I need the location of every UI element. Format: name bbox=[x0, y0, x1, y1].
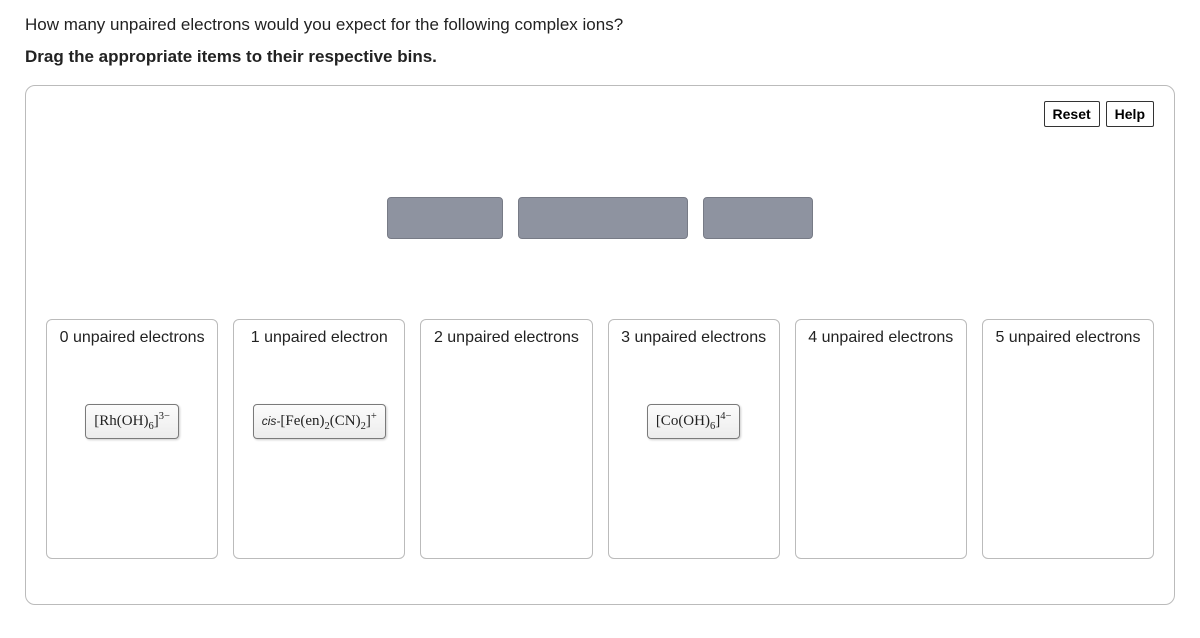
draggable-item-blank-2[interactable] bbox=[518, 197, 688, 239]
bin-title: 2 unpaired electrons bbox=[430, 328, 583, 349]
bin-title: 5 unpaired electrons bbox=[991, 328, 1144, 349]
bin-5-unpaired[interactable]: 5 unpaired electrons bbox=[982, 319, 1154, 559]
controls-row: Reset Help bbox=[46, 101, 1154, 127]
instruction-text: Drag the appropriate items to their resp… bbox=[25, 47, 1175, 67]
bin-2-unpaired[interactable]: 2 unpaired electrons bbox=[420, 319, 592, 559]
bin-0-unpaired[interactable]: 0 unpaired electrons [Rh(OH)6]3− bbox=[46, 319, 218, 559]
bin-title: 0 unpaired electrons bbox=[56, 328, 209, 349]
draggable-item-blank-1[interactable] bbox=[387, 197, 503, 239]
bin-title: 3 unpaired electrons bbox=[617, 328, 770, 349]
bin-title: 1 unpaired electron bbox=[247, 328, 392, 349]
chip-co-complex[interactable]: [Co(OH)6]4− bbox=[647, 404, 741, 439]
chip-prefix: cis- bbox=[262, 414, 281, 428]
chip-formula: [Fe(en)2(CN)2]+ bbox=[280, 413, 376, 429]
reset-button[interactable]: Reset bbox=[1044, 101, 1100, 127]
bins-row: 0 unpaired electrons [Rh(OH)6]3− 1 unpai… bbox=[46, 319, 1154, 559]
bin-1-unpaired[interactable]: 1 unpaired electron cis-[Fe(en)2(CN)2]+ bbox=[233, 319, 405, 559]
help-button[interactable]: Help bbox=[1106, 101, 1154, 127]
draggable-item-blank-3[interactable] bbox=[703, 197, 813, 239]
chip-rh-complex[interactable]: [Rh(OH)6]3− bbox=[85, 404, 179, 439]
bin-3-unpaired[interactable]: 3 unpaired electrons [Co(OH)6]4− bbox=[608, 319, 780, 559]
staging-area[interactable] bbox=[46, 197, 1154, 239]
work-area: Reset Help 0 unpaired electrons [Rh(OH)6… bbox=[25, 85, 1175, 605]
bin-4-unpaired[interactable]: 4 unpaired electrons bbox=[795, 319, 967, 559]
question-text: How many unpaired electrons would you ex… bbox=[25, 15, 1175, 35]
bin-title: 4 unpaired electrons bbox=[804, 328, 957, 349]
chip-fe-complex[interactable]: cis-[Fe(en)2(CN)2]+ bbox=[253, 404, 386, 439]
